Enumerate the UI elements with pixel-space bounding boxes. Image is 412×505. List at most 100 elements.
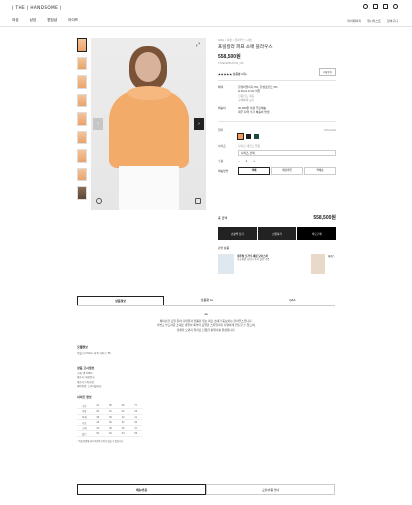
- total-price: 558,500원: [313, 215, 336, 221]
- promo-item-desc: 신규회원 가입시 추가 할인 쿠폰: [237, 258, 270, 261]
- delivery-quick[interactable]: 퀵배송: [304, 166, 336, 175]
- tab-product-info[interactable]: 상품정보: [77, 296, 165, 305]
- size-cell: 52: [104, 430, 117, 438]
- care-line: 세탁방법: 드라이클리닝: [77, 384, 102, 388]
- next-image-button[interactable]: ›: [194, 118, 204, 130]
- size-info-title: 사이즈 정보: [77, 395, 92, 400]
- size-restock-link[interactable]: 사이즈 재입고 알림: [238, 144, 336, 149]
- product-code: TS2E2WBL011W_OR: [218, 62, 244, 65]
- thumbnail[interactable]: [77, 149, 87, 163]
- promo-item-name[interactable]: 에센스: [328, 254, 336, 276]
- info-divider: [218, 121, 336, 122]
- zoom-icon[interactable]: [96, 198, 102, 204]
- buy-now-button[interactable]: 바로구매: [297, 227, 337, 240]
- product-price: 558,500원: [218, 54, 241, 60]
- thumbnail[interactable]: [77, 112, 87, 126]
- promo-list: 내추럴 오가닉 세럼 모이스처 신규회원 가입시 추가 할인 쿠폰 에센스: [218, 254, 336, 276]
- util-cart[interactable]: 장바구니: [387, 19, 398, 23]
- info-divider: [218, 80, 336, 81]
- total-row: 총 금액 558,500원: [218, 214, 336, 221]
- detail-section: 모델정보 모델 키 170cm, 착용 사이즈: 55 상품 고시정보 소재: …: [77, 345, 227, 444]
- expand-icon[interactable]: ⤢: [196, 42, 200, 48]
- purchase-buttons: 쇼핑백 담기 선물하기 바로구매: [218, 227, 337, 240]
- tab-qna[interactable]: Q&A: [250, 296, 335, 305]
- benefit-row: 혜택 한섬마일리지 5%, 한섬포인트 5% H.Point 0.1% 적립 신…: [218, 85, 336, 103]
- qty-value[interactable]: 1: [246, 159, 248, 164]
- model-info-title: 모델정보: [77, 345, 89, 349]
- swatch-green[interactable]: [253, 134, 259, 140]
- thumbnail[interactable]: [77, 56, 87, 70]
- color-value: ORANGE: [323, 127, 336, 132]
- shipping-label: 배송비: [218, 105, 226, 110]
- breadcrumb[interactable]: SJSJ > 여성 > 블라우스 > 셔츠: [218, 38, 336, 42]
- nav-item-select-shop[interactable]: 편집샵: [47, 18, 57, 23]
- delivery-label: 배송방법: [218, 168, 229, 173]
- util-wishlist[interactable]: 위시리스트: [367, 19, 381, 23]
- thumbnail[interactable]: [77, 38, 87, 52]
- util-nav: 마이페이지 위시리스트 장바구니: [347, 19, 398, 23]
- menu-icon[interactable]: [393, 4, 398, 9]
- size-row: 사이즈 사이즈 재입고 알림 사이즈 선택: [218, 144, 336, 157]
- product-info: SJSJ > 여성 > 블라우스 > 셔츠 프릴칼라 퍼프 소매 블라우스 55…: [218, 38, 336, 175]
- detail-tabs: 상품정보 상품평 0+ Q&A: [77, 296, 335, 306]
- rating-stars: ★★★★★ 상품평 0개+: [218, 72, 248, 76]
- thumbnail[interactable]: [77, 93, 87, 107]
- header-icons: [363, 4, 398, 9]
- util-mypage[interactable]: 마이페이지: [347, 19, 361, 23]
- thumbnail-list: [77, 38, 87, 205]
- benefit-more[interactable]: 구매혜택 보기: [238, 98, 278, 103]
- gift-button[interactable]: 선물하기: [257, 227, 297, 240]
- qty-minus[interactable]: −: [238, 159, 240, 164]
- model-blouse: [109, 90, 189, 168]
- product-main-image: [91, 38, 206, 210]
- total-label: 총 금액: [218, 215, 228, 220]
- thumbnail[interactable]: [77, 167, 87, 181]
- description-dots: ●●: [204, 312, 208, 316]
- nav-item-life[interactable]: 라이프: [68, 18, 78, 23]
- swatch-orange[interactable]: [237, 133, 244, 141]
- thumbnail[interactable]: [77, 130, 87, 144]
- fullscreen-icon[interactable]: [195, 198, 201, 204]
- thumbnail[interactable]: [77, 186, 87, 200]
- rating-row: ★★★★★ 상품평 0개+ 리뷰보기: [218, 68, 336, 76]
- promo-image[interactable]: [311, 254, 325, 274]
- color-swatches: [237, 133, 336, 141]
- promo-title: 관련 상품: [218, 246, 230, 250]
- color-label: 컬러: [218, 127, 224, 132]
- prev-image-button[interactable]: ‹: [93, 118, 103, 130]
- swatch-black[interactable]: [245, 134, 251, 140]
- cart-button[interactable]: 쇼핑백 담기: [218, 227, 257, 240]
- size-select[interactable]: 사이즈 선택: [238, 149, 336, 157]
- thumbnail[interactable]: [77, 75, 87, 89]
- bottom-tabs: 배송/반품 교환/반품 안내: [77, 484, 335, 495]
- header-divider: [0, 26, 412, 27]
- promo-image[interactable]: [218, 254, 234, 274]
- bag-icon[interactable]: [383, 4, 388, 9]
- size-cell: 54: [116, 430, 130, 438]
- review-button[interactable]: 리뷰보기: [319, 68, 336, 76]
- shipping-extra: 제주 지역 추가 배송비 발생: [238, 110, 270, 115]
- size-cell: 56: [129, 430, 143, 438]
- benefit-label: 혜택: [218, 84, 224, 89]
- delivery-parcel[interactable]: 택배: [238, 166, 270, 175]
- nav-item-women[interactable]: 여성: [12, 18, 19, 23]
- qty-label: 수량: [218, 159, 224, 164]
- main-nav: 여성 남성 편집샵 라이프: [12, 18, 78, 23]
- tab-delivery-return[interactable]: 배송/반품: [77, 484, 206, 495]
- size-label: 사이즈: [218, 144, 226, 149]
- color-row: 컬러 ORANGE: [218, 128, 336, 133]
- product-description: ●● 페미닌한 프릴 칼라 디테일과 볼륨감 있는 퍼프 소매가 돋보이는 블라…: [77, 312, 335, 332]
- tab-exchange-guide[interactable]: 교환/반품 안내: [206, 484, 335, 495]
- search-icon[interactable]: [363, 4, 368, 9]
- size-cell: 50: [91, 430, 105, 438]
- delivery-row: 배송방법 택배 매장픽업 퀵배송: [218, 166, 336, 175]
- nav-item-men[interactable]: 남성: [30, 18, 37, 23]
- brand-logo[interactable]: | THE | HANDSOME |: [12, 5, 62, 10]
- care-title: 상품 고시정보: [77, 366, 95, 371]
- delivery-pickup[interactable]: 매장픽업: [271, 166, 303, 175]
- qty-plus[interactable]: +: [253, 159, 255, 164]
- tab-reviews[interactable]: 상품평 0+: [164, 296, 249, 305]
- table-row: 밑단 50 52 54 56: [77, 430, 143, 438]
- model-skirt: [119, 166, 179, 210]
- user-icon[interactable]: [373, 4, 378, 9]
